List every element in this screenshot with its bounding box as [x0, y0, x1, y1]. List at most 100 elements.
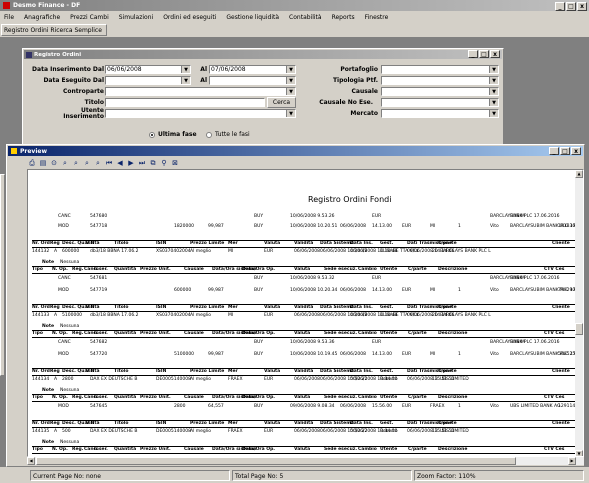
h-scroll-thumb[interactable]: [36, 457, 516, 465]
sub-row-cell: 14.13.00: [372, 224, 393, 229]
sub-row-cell: 10/06/2008 10.19.45: [290, 352, 338, 357]
mercato-select[interactable]: ▼: [381, 109, 499, 118]
sub-header-cell: Reg.: [72, 447, 84, 452]
radio-ultima-fase[interactable]: Ultima fase: [149, 131, 197, 138]
sub-header-cell: Tipo: [32, 267, 43, 272]
order-cell: Roberto: [380, 429, 398, 434]
data-eseg-dal-field[interactable]: ▼: [105, 76, 191, 85]
sub-header-cell: Causale: [184, 395, 204, 400]
scroll-left-button[interactable]: ◀: [27, 457, 35, 465]
menu-contabilita[interactable]: Contabilità: [289, 14, 322, 21]
status-zoom: Zoom Factor: 110%: [414, 470, 584, 481]
order-cell: BARCLAYS BANK PLC L: [440, 313, 491, 318]
form-maximize-button[interactable]: □: [479, 50, 489, 58]
sub-header-cell: CTV Ces: [544, 447, 565, 452]
form-close-button[interactable]: x: [490, 50, 500, 58]
order-cell: 06/06/2008: [294, 313, 320, 318]
close-button[interactable]: x: [577, 2, 587, 11]
order-cell: A: [54, 429, 58, 434]
data-ins-al-field[interactable]: 07/06/2008 ▼: [209, 65, 296, 74]
exit-icon[interactable]: ⊠: [170, 158, 180, 168]
chevron-down-icon[interactable]: ▼: [286, 110, 295, 117]
export-icon[interactable]: ▤: [38, 158, 48, 168]
menu-simulazioni[interactable]: Simulazioni: [119, 14, 153, 21]
portafoglio-select[interactable]: ▼: [381, 65, 499, 74]
report-body: CANC 547680 BUY 10/06/2008 9.53.26 EUR BARCLA…: [32, 204, 583, 454]
data-ins-dal-field[interactable]: 06/06/2008 ▼: [105, 65, 191, 74]
search-icon[interactable]: ⊙: [49, 158, 59, 168]
app-icon: [3, 2, 10, 9]
scroll-thumb[interactable]: [575, 323, 583, 335]
sub-header-cell: C/parte: [408, 447, 427, 452]
zoom-in-icon[interactable]: ⌕: [60, 158, 70, 168]
preview-minimize-button[interactable]: _: [549, 147, 559, 155]
vertical-scrollbar[interactable]: ▲ ▼: [575, 170, 583, 456]
cerca-button[interactable]: Cerca: [267, 97, 296, 108]
menu-finestre[interactable]: Finestre: [365, 14, 389, 21]
menu-ordini[interactable]: Ordini ed eseguiti: [163, 14, 216, 21]
sub-row-cell: BUY: [254, 214, 264, 219]
sub-header-cell: N. Op.: [52, 447, 68, 452]
first-page-icon[interactable]: ⏮: [104, 158, 114, 168]
order-cell: EUR: [264, 249, 274, 254]
utente-select[interactable]: ▼: [105, 109, 296, 118]
chevron-down-icon[interactable]: ▼: [489, 110, 498, 117]
order-cell: FRAEX: [228, 429, 243, 434]
sub-row-cell: 15.56.00: [372, 404, 393, 409]
causale-select[interactable]: ▼: [381, 87, 499, 96]
copy-icon[interactable]: ⧉: [148, 158, 158, 168]
note-label: Note: [42, 324, 55, 329]
minimize-button[interactable]: _: [555, 2, 565, 11]
chevron-down-icon[interactable]: ▼: [489, 66, 498, 73]
menu-reports[interactable]: Reports: [332, 14, 355, 21]
zoom-fit-icon[interactable]: ⌕: [82, 158, 92, 168]
data-eseg-al-field[interactable]: ▼: [209, 76, 296, 85]
find-icon[interactable]: ⚲: [159, 158, 169, 168]
tipologia-select[interactable]: ▼: [381, 76, 499, 85]
form-icon: [26, 51, 32, 58]
chevron-down-icon[interactable]: ▼: [286, 88, 295, 95]
menu-liquidita[interactable]: Gestione liquidità: [226, 14, 279, 21]
causale-no-select[interactable]: ▼: [381, 98, 499, 107]
print-icon[interactable]: ⎙: [27, 158, 37, 168]
sub-row-cell: 799290: [558, 288, 576, 293]
sub-row-cell: Vito: [490, 352, 499, 357]
order-cell: 144134: [32, 377, 50, 382]
tab-registro-ordini[interactable]: Registro Ordini Ricerca Semplice: [1, 24, 107, 36]
portafoglio-label: Portafoglio: [340, 66, 378, 73]
sub-row-cell: 99,987: [208, 288, 224, 293]
controparte-select[interactable]: ▼: [105, 87, 296, 96]
form-minimize-button[interactable]: _: [468, 50, 478, 58]
preview-close-button[interactable]: x: [571, 147, 581, 155]
chevron-down-icon[interactable]: ▼: [286, 66, 295, 73]
last-page-icon[interactable]: ⏭: [137, 158, 147, 168]
sub-row-cell: 10/06/2008 9.53.32: [290, 276, 335, 281]
sub-row-cell: 14.13.00: [372, 352, 393, 357]
preview-maximize-button[interactable]: □: [560, 147, 570, 155]
menu-anagrafiche[interactable]: Anagrafiche: [24, 14, 60, 21]
chevron-down-icon[interactable]: ▼: [489, 88, 498, 95]
chevron-down-icon[interactable]: ▼: [489, 99, 498, 106]
prev-page-icon[interactable]: ◀: [115, 158, 125, 168]
chevron-down-icon[interactable]: ▼: [286, 77, 295, 84]
preview-title-bar: Preview _ □ x: [8, 146, 583, 156]
sub-row-cell: BUY: [254, 352, 264, 357]
background-window-stub: [0, 174, 5, 376]
sub-header-cell: Data/Ora Op.: [242, 447, 276, 452]
scroll-up-button[interactable]: ▲: [575, 170, 583, 178]
next-page-icon[interactable]: ▶: [126, 158, 136, 168]
sub-row-cell: EUR: [372, 276, 382, 281]
maximize-button[interactable]: □: [566, 2, 576, 11]
zoom-out-icon[interactable]: ⌕: [71, 158, 81, 168]
scroll-right-button[interactable]: ▶: [568, 457, 576, 465]
order-header-cell: Reg: [50, 305, 60, 310]
menu-file[interactable]: File: [4, 14, 14, 21]
chevron-down-icon[interactable]: ▼: [489, 77, 498, 84]
titolo-input[interactable]: [105, 98, 265, 107]
horizontal-scrollbar[interactable]: ◀ ▶: [27, 457, 584, 465]
menu-prezzi-cambi[interactable]: Prezzi Cambi: [70, 14, 109, 21]
zoom-select-icon[interactable]: ⌕: [93, 158, 103, 168]
sub-header-cell: Valuta: [294, 447, 311, 452]
scroll-down-button[interactable]: ▼: [575, 450, 583, 456]
radio-tutte-fasi[interactable]: Tutte le fasi: [206, 131, 250, 138]
